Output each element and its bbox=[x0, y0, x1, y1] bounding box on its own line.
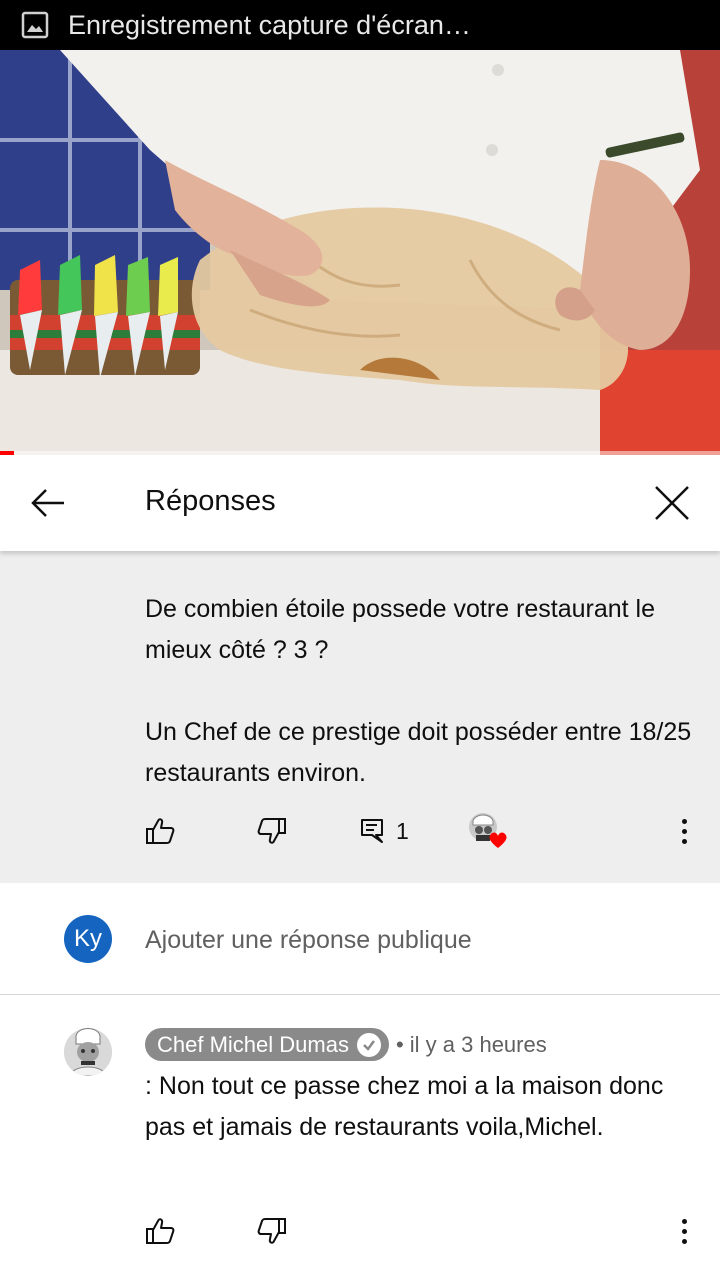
arrow-left-icon bbox=[31, 489, 64, 517]
verified-check-icon bbox=[356, 1032, 381, 1057]
replies-header: Réponses bbox=[0, 455, 720, 551]
dislike-button[interactable] bbox=[257, 811, 287, 851]
reply-text: : Non tout ce passe chez moi a la maison… bbox=[145, 1072, 664, 1141]
creator-heart-icon bbox=[469, 813, 507, 848]
page-title: Réponses bbox=[145, 485, 276, 517]
author-badge[interactable]: Chef Michel Dumas bbox=[145, 1028, 389, 1061]
reply-comment: Chef Michel Dumas • il y a 3 heures : No… bbox=[0, 996, 720, 1280]
more-vert-icon bbox=[681, 818, 687, 844]
video-player[interactable] bbox=[0, 50, 720, 455]
chef-avatar-image bbox=[64, 1028, 112, 1076]
parent-comment: De combien étoile possede votre restaura… bbox=[0, 551, 720, 883]
back-button[interactable] bbox=[26, 481, 70, 525]
add-reply-input[interactable]: Ajouter une réponse publique bbox=[145, 926, 472, 955]
close-button[interactable] bbox=[650, 481, 694, 525]
image-icon bbox=[20, 10, 50, 40]
like-button[interactable] bbox=[145, 811, 175, 851]
thumb-up-icon bbox=[146, 1218, 175, 1244]
parent-comment-text: De combien étoile possede votre restaura… bbox=[145, 595, 692, 787]
add-reply-row[interactable]: Ky Ajouter une réponse publique bbox=[0, 883, 720, 995]
status-bar: Enregistrement capture d'écran… bbox=[0, 0, 720, 50]
reply-more-button[interactable] bbox=[672, 1211, 696, 1251]
parent-more-button[interactable] bbox=[672, 811, 696, 851]
thumb-down-icon bbox=[257, 1218, 286, 1244]
thumb-down-icon bbox=[257, 818, 286, 844]
reply-button[interactable]: 1 bbox=[360, 811, 409, 851]
like-button[interactable] bbox=[145, 1211, 175, 1251]
close-icon bbox=[655, 486, 689, 520]
reply-time: • il y a 3 heures bbox=[395, 1031, 547, 1057]
creator-heart bbox=[467, 811, 511, 851]
dislike-button[interactable] bbox=[257, 1211, 287, 1251]
reply-icon bbox=[361, 819, 383, 843]
author-name: Chef Michel Dumas bbox=[157, 1031, 349, 1057]
user-avatar: Ky bbox=[64, 915, 112, 963]
video-frame bbox=[0, 50, 720, 455]
reply-count: 1 bbox=[396, 817, 409, 844]
more-vert-icon bbox=[681, 1218, 687, 1244]
parent-comment-actions: 1 bbox=[0, 811, 720, 861]
reply-actions bbox=[0, 1211, 720, 1261]
status-title: Enregistrement capture d'écran… bbox=[68, 9, 471, 40]
reply-meta: Chef Michel Dumas • il y a 3 heures bbox=[145, 1028, 547, 1061]
avatar[interactable] bbox=[64, 1028, 112, 1076]
thumb-up-icon bbox=[146, 818, 175, 844]
